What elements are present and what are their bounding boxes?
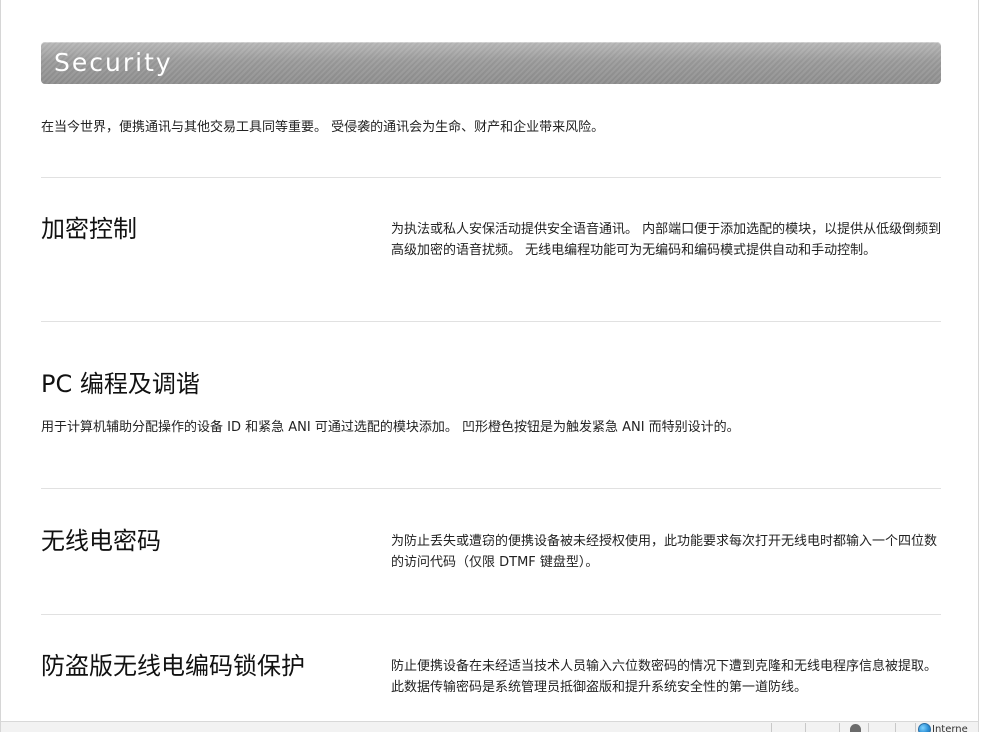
section-title-pc-programming: PC 编程及调谐 bbox=[41, 370, 200, 398]
section-title-encryption-control: 加密控制 bbox=[41, 215, 137, 243]
section-header-banner: Security bbox=[41, 42, 941, 84]
section-divider bbox=[41, 177, 941, 178]
status-bar-separator bbox=[915, 723, 916, 732]
security-content: Security 在当今世界，便携通讯与其他交易工具同等重要。 受侵袭的通讯会为… bbox=[41, 42, 941, 695]
section-divider bbox=[41, 614, 941, 615]
section-title-radio-password: 无线电密码 bbox=[41, 527, 161, 555]
section-text-pc-programming: 用于计算机辅助分配操作的设备 ID 和紧急 ANI 可通过选配的模块添加。 凹形… bbox=[41, 420, 740, 435]
internet-zone-label: Interne bbox=[932, 724, 968, 732]
section-divider bbox=[41, 488, 941, 489]
privacy-eye-icon[interactable] bbox=[850, 724, 861, 732]
status-bar-separator bbox=[868, 723, 869, 732]
section-text-anti-piracy-lock: 防止便携设备在未经适当技术人员输入六位数密码的情况下遭到克隆和无线电程序信息被提… bbox=[391, 659, 938, 695]
section-title-anti-piracy-lock: 防盗版无线电编码锁保护 bbox=[41, 652, 305, 680]
status-bar-separator bbox=[839, 723, 840, 732]
browser-status-bar: Interne bbox=[1, 721, 978, 732]
section-text-encryption-control: 为执法或私人安保活动提供安全语音通讯。 内部端口便于添加选配的模块，以提供从低级… bbox=[391, 222, 942, 258]
browser-page: Security 在当今世界，便携通讯与其他交易工具同等重要。 受侵袭的通讯会为… bbox=[0, 0, 979, 732]
internet-zone-icon[interactable] bbox=[918, 723, 931, 732]
status-bar-separator bbox=[771, 723, 772, 732]
section-divider bbox=[41, 321, 941, 322]
intro-text: 在当今世界，便携通讯与其他交易工具同等重要。 受侵袭的通讯会为生命、财产和企业带… bbox=[41, 120, 605, 135]
status-bar-separator bbox=[895, 723, 896, 732]
section-text-radio-password: 为防止丢失或遭窃的便携设备被未经授权使用，此功能要求每次打开无线电时都输入一个四… bbox=[391, 534, 938, 570]
status-bar-separator bbox=[805, 723, 806, 732]
page-title: Security bbox=[54, 48, 173, 77]
